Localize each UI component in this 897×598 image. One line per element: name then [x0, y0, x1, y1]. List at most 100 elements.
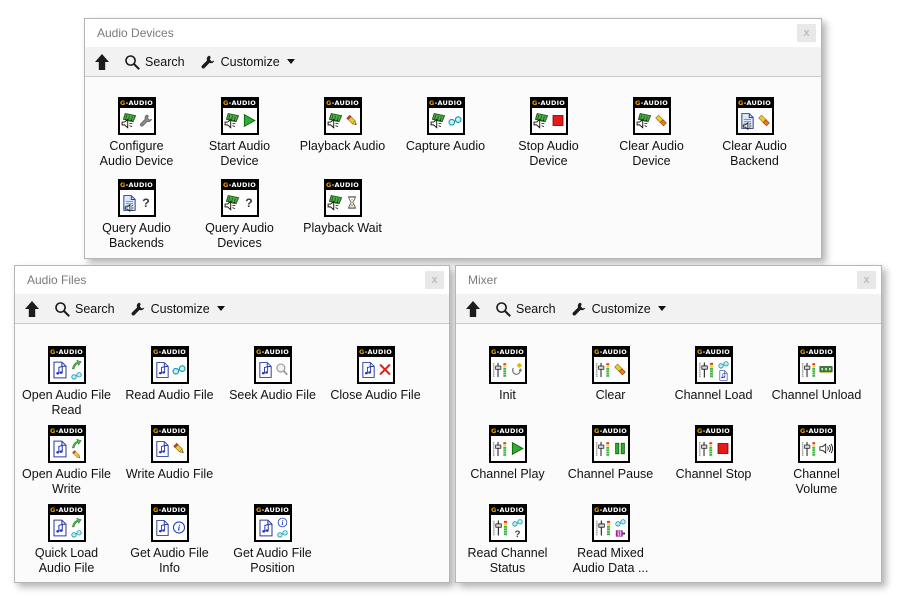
palette-row: G-AUDIOOpen Audio File WriteG-AUDIOWrite…	[15, 425, 449, 504]
vi-icon: G-AUDIO	[736, 97, 774, 135]
close-icon	[378, 360, 392, 379]
question-icon	[242, 193, 256, 212]
doc-note-base-icon	[257, 517, 275, 539]
icon-banner: G-AUDIO	[50, 506, 84, 515]
palette-window-mixer: Mixer x Search Customize G-AUDIOInitG-AU…	[455, 265, 882, 583]
vi-icon: G-AUDIO	[221, 179, 259, 217]
title-bar[interactable]: Audio Devices x	[85, 19, 821, 47]
palette-item[interactable]: G-AUDIO Query Audio Devices	[188, 179, 291, 251]
palette-item[interactable]: G-AUDIO Read Audio File	[118, 346, 221, 403]
vi-icon: G-AUDIO	[151, 504, 189, 542]
palette-window-audio-files: Audio Files x Search Customize G-AUDIOOp…	[14, 265, 450, 583]
icon-banner: G-AUDIO	[153, 348, 187, 357]
fader-base-icon	[595, 517, 613, 539]
up-button[interactable]	[466, 301, 480, 317]
palette-row: G-AUDIOChannel PlayG-AUDIOChannel PauseG…	[456, 425, 881, 504]
palette-item-label: Start Audio Device	[209, 139, 270, 169]
palette-item[interactable]: G-AUDIOCapture Audio	[394, 97, 497, 154]
search-button[interactable]: Search	[495, 301, 556, 317]
palette-item-label: Clear	[596, 388, 626, 403]
palette-item[interactable]: G-AUDIOClear Audio Backend	[703, 97, 806, 169]
palette-item-label: Query Audio Devices	[205, 221, 274, 251]
palette-item[interactable]: G-AUDIOChannel Volume	[765, 425, 868, 497]
icon-banner: G-AUDIO	[256, 506, 290, 515]
customize-button[interactable]: Customize	[200, 54, 295, 70]
search-icon	[124, 54, 140, 70]
caret-down-icon	[217, 306, 225, 311]
palette-item[interactable]: G-AUDIOChannel Unload	[765, 346, 868, 403]
close-button[interactable]: x	[797, 24, 816, 42]
palette-item-label: Stop Audio Device	[518, 139, 578, 169]
palette-item[interactable]: G-AUDIOSeek Audio File	[221, 346, 324, 403]
palette-item-label: Read Mixed Audio Data ...	[573, 546, 649, 576]
vi-icon: G-AUDIO	[48, 346, 86, 384]
search-button[interactable]: Search	[124, 54, 185, 70]
palette-item[interactable]: G-AUDIOClose Audio File	[324, 346, 427, 403]
window-title: Mixer	[468, 273, 497, 287]
window-title: Audio Devices	[97, 26, 174, 40]
palette-grid: G-AUDIOInitG-AUDIOClearG-AUDIOChannel Lo…	[456, 324, 881, 582]
vi-icon: G-AUDIO	[254, 504, 292, 542]
palette-item-label: Read Audio File	[125, 388, 213, 403]
title-bar[interactable]: Mixer x	[456, 266, 881, 294]
palette-item[interactable]: G-AUDIOGet Audio File Info	[118, 504, 221, 576]
palette-item-label: Query Audio Backends	[102, 221, 171, 251]
customize-label: Customize	[221, 55, 280, 69]
palette-row: G-AUDIOQuery Audio BackendsG-AUDIOQuery …	[85, 179, 821, 258]
icon-banner: G-AUDIO	[429, 99, 463, 108]
palette-item[interactable]: G-AUDIORead Channel Status	[456, 504, 559, 576]
up-button[interactable]	[25, 301, 39, 317]
vi-icon: G-AUDIO	[695, 346, 733, 384]
speaker-base-icon	[533, 110, 550, 132]
palette-item-label: Channel Stop	[676, 467, 752, 482]
palette-grid: G-AUDIOConfigure Audio DeviceG-AUDIOStar…	[85, 77, 821, 258]
close-button[interactable]: x	[425, 271, 444, 289]
title-bar[interactable]: Audio Files x	[15, 266, 449, 294]
buffer-icon	[614, 528, 627, 539]
palette-item[interactable]: G-AUDIOPlayback Audio	[291, 97, 394, 154]
search-label: Search	[145, 55, 185, 69]
customize-button[interactable]: Customize	[571, 301, 666, 317]
volume-icon	[819, 439, 833, 458]
vi-icon: G-AUDIO	[48, 504, 86, 542]
up-button[interactable]	[95, 54, 109, 70]
palette-item-label: Open Audio File Read	[22, 388, 111, 418]
vi-icon: G-AUDIO	[324, 97, 362, 135]
palette-item[interactable]: G-AUDIOQuick Load Audio File	[15, 504, 118, 576]
vi-icon: G-AUDIO	[118, 97, 156, 135]
glasses-icon	[614, 517, 627, 528]
palette-item[interactable]: G-AUDIOChannel Stop	[662, 425, 765, 482]
vi-icon: G-AUDIO	[489, 346, 527, 384]
palette-item[interactable]: G-AUDIOStart Audio Device	[188, 97, 291, 169]
palette-item[interactable]: G-AUDIOGet Audio File Position	[221, 504, 324, 576]
palette-item[interactable]: G-AUDIOClear Audio Device	[600, 97, 703, 169]
palette-item[interactable]: G-AUDIOConfigure Audio Device	[85, 97, 188, 169]
vi-icon: G-AUDIO	[530, 97, 568, 135]
palette-item[interactable]: G-AUDIOPlayback Wait	[291, 179, 394, 236]
pencil-icon	[345, 111, 359, 130]
search-label: Search	[75, 302, 115, 316]
doc-note-base-icon	[51, 517, 69, 539]
icon-banner: G-AUDIO	[594, 348, 628, 357]
customize-button[interactable]: Customize	[130, 301, 225, 317]
caret-down-icon	[658, 306, 666, 311]
palette-item[interactable]: G-AUDIOChannel Pause	[559, 425, 662, 482]
icon-banner: G-AUDIO	[50, 427, 84, 436]
palette-item[interactable]: G-AUDIORead Mixed Audio Data ...	[559, 504, 662, 576]
palette-item[interactable]: G-AUDIOInit	[456, 346, 559, 403]
palette-item[interactable]: G-AUDIOOpen Audio File Write	[15, 425, 118, 497]
palette-window-audio-devices: Audio Devices x Search Customize G-AUDIO…	[84, 18, 822, 259]
palette-item[interactable]: G-AUDIOChannel Play	[456, 425, 559, 482]
vi-icon: G-AUDIO	[151, 346, 189, 384]
fader-base-icon	[698, 438, 715, 460]
close-button[interactable]: x	[857, 271, 876, 289]
search-button[interactable]: Search	[54, 301, 115, 317]
wrench-icon	[139, 111, 153, 130]
glasses-icon	[717, 359, 730, 370]
palette-item[interactable]: G-AUDIOQuery Audio Backends	[85, 179, 188, 251]
palette-item[interactable]: G-AUDIO Open Audio File Read	[15, 346, 118, 418]
palette-item[interactable]: G-AUDIO Clear	[559, 346, 662, 403]
palette-item[interactable]: G-AUDIOWrite Audio File	[118, 425, 221, 482]
palette-item[interactable]: G-AUDIO Stop Audio Device	[497, 97, 600, 169]
palette-item[interactable]: G-AUDIOChannel Load	[662, 346, 765, 403]
